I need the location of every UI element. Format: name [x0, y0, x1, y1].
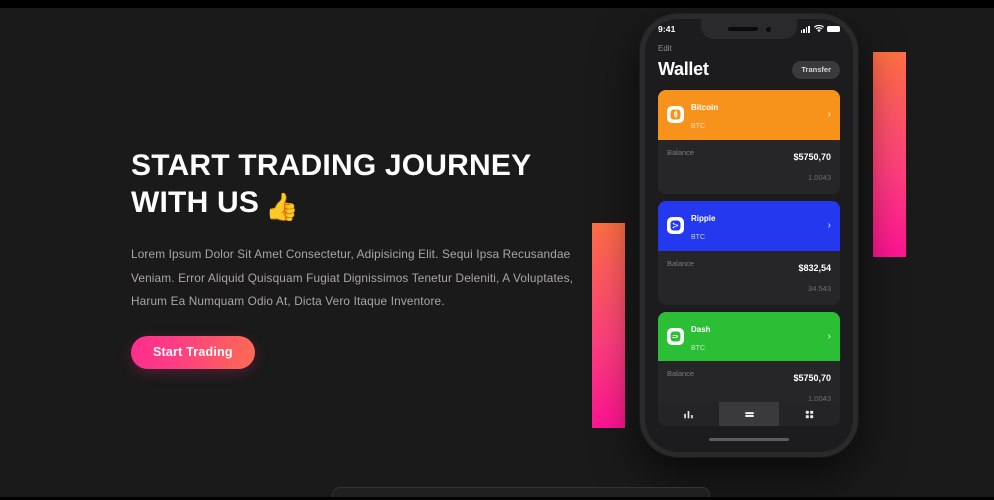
coin-card-dash[interactable]: Dash BTC › Balance $5750,70 1.0043	[658, 311, 840, 416]
tab-apps[interactable]	[779, 402, 840, 426]
status-bar: 9:41	[645, 19, 853, 39]
grid-icon	[805, 410, 814, 418]
wifi-icon	[813, 25, 824, 33]
coin-name-block: Bitcoin BTC	[691, 97, 821, 133]
balance-fiat: $5750,70	[793, 151, 831, 162]
status-time: 9:41	[658, 24, 676, 34]
wallet-header: Wallet Transfer	[658, 58, 840, 90]
list-icon	[744, 411, 754, 417]
coin-symbol: BTC	[691, 122, 705, 130]
tab-analytics[interactable]	[658, 402, 719, 426]
coin-card-header[interactable]: Dash BTC ›	[658, 311, 840, 362]
gradient-bar-left	[592, 223, 625, 428]
coin-symbol: BTC	[691, 344, 705, 352]
coin-card-list: Bitcoin BTC › Balance $5750,70 1.0043 Ri…	[658, 90, 840, 416]
balance-label: Balance	[667, 147, 695, 157]
coin-name: Bitcoin	[691, 103, 719, 112]
balance-amount: 34.543	[808, 283, 831, 293]
balance-fiat: $5750,70	[793, 373, 831, 384]
hero-paragraph: Lorem Ipsum Dolor Sit Amet Consectetur, …	[131, 247, 574, 309]
bar-chart-icon	[684, 410, 693, 418]
transfer-button[interactable]: Transfer	[792, 60, 840, 79]
gradient-bar-right	[873, 52, 906, 257]
wallet-screen: Edit Wallet Transfer Bitcoin BTC › Balan…	[645, 39, 853, 416]
wallet-title: Wallet	[658, 59, 709, 79]
thumbs-up-icon: 👍	[265, 191, 299, 222]
coin-card-bitcoin[interactable]: Bitcoin BTC › Balance $5750,70 1.0043	[658, 90, 840, 194]
coin-balance-row: Balance $5750,70 1.0043	[658, 139, 840, 194]
page-title: START TRADING JOURNEY WITH US 👍	[131, 148, 591, 221]
balance-label: Balance	[667, 258, 695, 268]
dash-icon	[667, 328, 684, 346]
ripple-icon	[667, 217, 684, 235]
chevron-right-icon[interactable]: ›	[828, 220, 831, 231]
chevron-right-icon[interactable]: ›	[828, 109, 831, 120]
page-root: START TRADING JOURNEY WITH US 👍 Lorem Ips…	[0, 0, 994, 500]
battery-icon	[827, 25, 840, 33]
coin-card-header[interactable]: Bitcoin BTC ›	[658, 90, 840, 140]
home-indicator	[709, 438, 789, 441]
tab-wallet[interactable]	[718, 402, 780, 426]
coin-symbol: BTC	[691, 233, 705, 241]
phone-mockup: 9:41 Edit Wallet Transfer Bitcoin BTC › …	[640, 14, 858, 457]
coin-name: Ripple	[691, 213, 716, 223]
start-trading-button[interactable]: Start Trading	[131, 335, 255, 369]
balance-fiat: $832,54	[798, 262, 831, 273]
coin-name: Dash	[691, 324, 711, 334]
coin-name-block: Ripple BTC	[691, 208, 821, 244]
bitcoin-icon	[667, 106, 684, 124]
status-icons	[800, 25, 840, 33]
balance-label: Balance	[667, 369, 695, 379]
phone-screen: 9:41 Edit Wallet Transfer Bitcoin BTC › …	[645, 19, 853, 452]
headline-text: START TRADING JOURNEY WITH US	[131, 149, 532, 219]
edit-link[interactable]: Edit	[658, 42, 840, 58]
coin-balance-row: Balance $832,54 34.543	[658, 250, 840, 305]
balance-values: $5750,70 1.0043	[793, 146, 831, 186]
cellular-signal-icon	[800, 25, 810, 33]
balance-values: $832,54 34.543	[798, 257, 831, 297]
coin-card-header[interactable]: Ripple BTC ›	[658, 200, 840, 251]
bottom-tab-bar	[658, 402, 840, 426]
balance-amount: 1.0043	[808, 172, 831, 182]
coin-name-block: Dash BTC	[691, 319, 821, 355]
top-letterbox-strip	[0, 0, 994, 8]
hero-section: START TRADING JOURNEY WITH US 👍 Lorem Ips…	[131, 148, 591, 369]
chevron-right-icon[interactable]: ›	[828, 331, 831, 342]
coin-card-ripple[interactable]: Ripple BTC › Balance $832,54 34.543	[658, 200, 840, 305]
